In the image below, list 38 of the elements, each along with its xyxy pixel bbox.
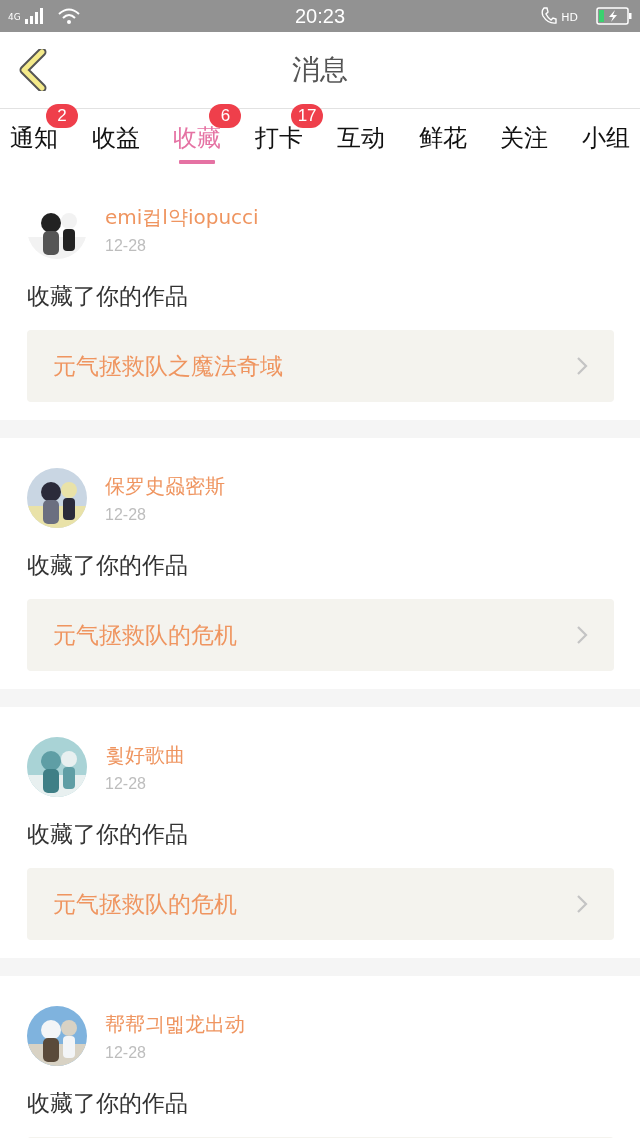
message-date: 12-28 (105, 774, 147, 793)
message-date: 12-28 (105, 236, 147, 255)
work-link[interactable]: 元气拯救队的危机 (27, 868, 614, 940)
count-badge: 17 (291, 104, 324, 128)
tab[interactable]: 关注 (500, 123, 549, 153)
user-name[interactable]: 帮帮긔멟龙出动 (105, 1010, 245, 1038)
signal-icon (24, 8, 43, 24)
network-label: 4G (8, 12, 21, 22)
wifi-icon (56, 7, 81, 25)
message-text: 收藏了你的作品 (27, 1089, 189, 1118)
work-title: 元气拯救队的危机 (53, 620, 237, 650)
tab[interactable]: 小组 (581, 123, 630, 153)
work-title: 元气拯救队之魔法奇域 (53, 351, 283, 381)
message-text: 收藏了你的作品 (27, 282, 189, 311)
count-badge: 2 (46, 104, 78, 128)
user-name[interactable]: 保罗史赑密斯 (105, 472, 225, 500)
message-date: 12-28 (105, 505, 147, 524)
phone-icon (541, 7, 558, 25)
user-name[interactable]: emi컵l약iopucci (105, 203, 259, 231)
page-title: 消息 (292, 52, 348, 88)
user-name[interactable]: 휯好歌曲 (105, 741, 185, 769)
work-link[interactable]: 元气拯救队的危机 (27, 599, 614, 671)
message-text: 收藏了你的作品 (27, 551, 189, 580)
tab[interactable]: 收益 (91, 123, 140, 153)
message-date: 12-28 (105, 1043, 147, 1062)
chevron-right-icon (576, 894, 588, 914)
work-title: 元气拯救队的危机 (53, 889, 237, 919)
call-label: HD (561, 11, 578, 24)
message-text: 收藏了你的作品 (27, 820, 189, 849)
tab[interactable]: 鲜花 (418, 123, 467, 153)
chevron-right-icon (576, 625, 588, 645)
tab-underline (179, 160, 216, 164)
work-link[interactable]: 元气拯救队之魔法奇域 (27, 330, 614, 402)
clock-time: 20:23 (294, 4, 346, 28)
chevron-right-icon (576, 356, 588, 376)
tab[interactable]: 互动 (336, 123, 385, 153)
battery-charging-icon (596, 7, 632, 25)
back-icon[interactable] (18, 49, 48, 91)
